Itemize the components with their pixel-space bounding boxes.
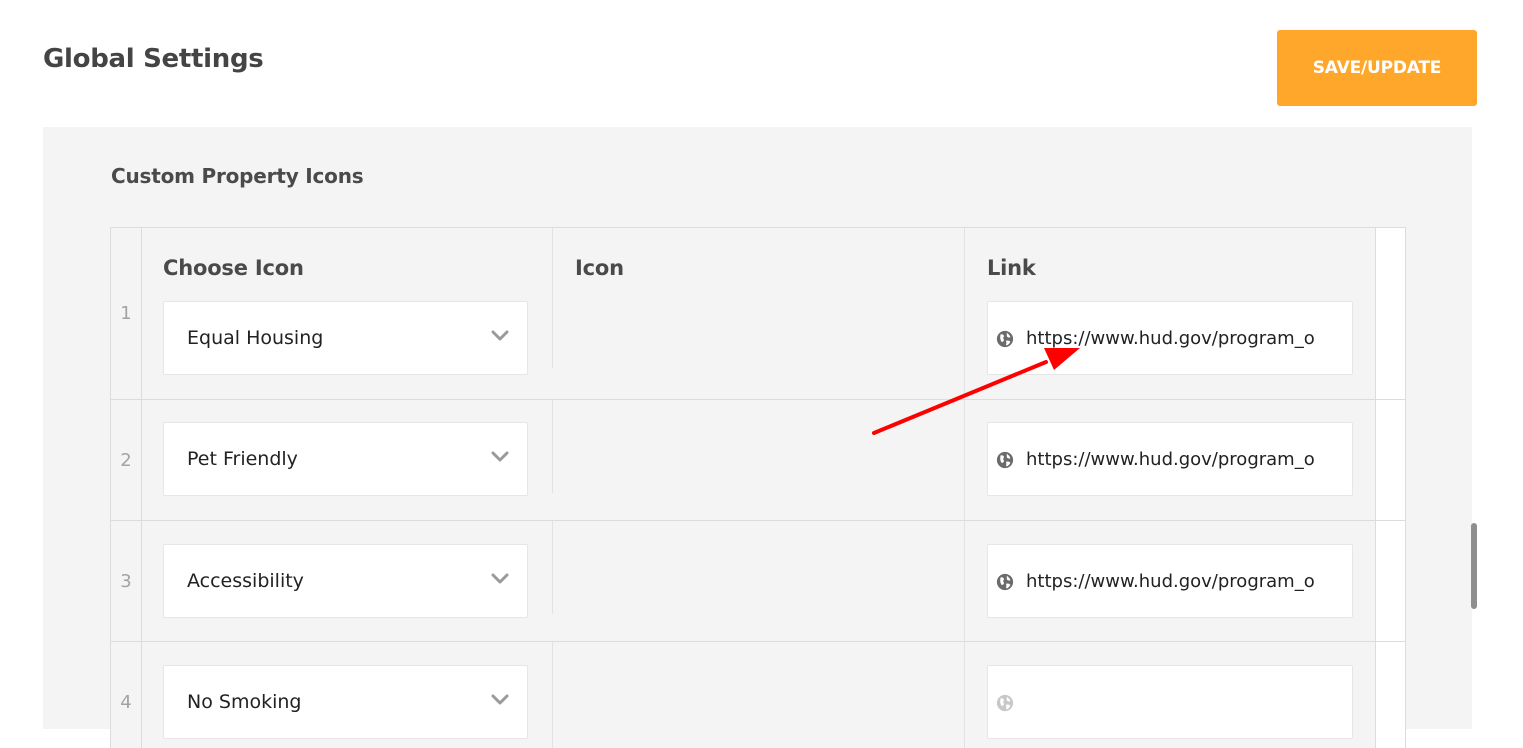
link-field[interactable] (987, 665, 1353, 739)
chevron-down-icon (491, 451, 509, 462)
page-title: Global Settings (43, 44, 264, 74)
icon-select[interactable]: Equal Housing (163, 301, 528, 375)
globe-icon (996, 694, 1014, 712)
row-actions[interactable] (1375, 400, 1405, 520)
column-header-choose-icon: Choose Icon (163, 256, 304, 280)
icon-select[interactable]: Pet Friendly (163, 422, 528, 496)
row-number-label: 1 (120, 303, 132, 324)
chevron-down-icon (491, 694, 509, 705)
link-input[interactable] (1026, 545, 1326, 617)
column-divider (552, 400, 553, 493)
save-update-button[interactable]: SAVE/UPDATE (1277, 30, 1477, 106)
icon-select-value: Equal Housing (187, 327, 324, 349)
row-number[interactable]: 1 (111, 228, 142, 399)
row-number-label: 3 (120, 570, 132, 592)
column-divider (552, 642, 553, 748)
icon-select[interactable]: Accessibility (163, 544, 528, 618)
column-divider (964, 521, 965, 641)
table-row: 3 Accessibility (111, 521, 1405, 642)
row-actions[interactable] (1375, 521, 1405, 641)
custom-icons-repeater: 1 Choose Icon Icon Link Equal Housing 2 … (110, 227, 1406, 748)
column-header-icon: Icon (575, 256, 624, 280)
column-header-link: Link (987, 256, 1036, 280)
link-field[interactable] (987, 301, 1353, 375)
link-input[interactable] (1026, 666, 1326, 738)
row-number[interactable]: 2 (111, 400, 142, 520)
column-divider (964, 228, 965, 399)
chevron-down-icon (491, 330, 509, 341)
row-actions[interactable] (1375, 642, 1405, 748)
row-number-label: 2 (120, 449, 132, 471)
link-field[interactable] (987, 422, 1353, 496)
link-input[interactable] (1026, 423, 1326, 495)
table-row: 2 Pet Friendly (111, 400, 1405, 521)
column-divider (964, 642, 965, 748)
table-row: 4 No Smoking (111, 642, 1405, 748)
chevron-down-icon (491, 573, 509, 584)
column-divider (552, 521, 553, 614)
globe-icon (996, 451, 1014, 469)
icon-select-value: Accessibility (187, 570, 304, 592)
table-row: 1 Choose Icon Icon Link Equal Housing (111, 228, 1405, 400)
row-number-label: 4 (120, 691, 132, 713)
column-divider (964, 400, 965, 520)
icon-select-value: Pet Friendly (187, 448, 298, 470)
icon-select[interactable]: No Smoking (163, 665, 528, 739)
link-input[interactable] (1026, 302, 1326, 374)
row-actions[interactable] (1375, 228, 1405, 399)
scrollbar-thumb[interactable] (1471, 523, 1477, 609)
section-title: Custom Property Icons (111, 164, 364, 188)
globe-icon (996, 573, 1014, 591)
link-field[interactable] (987, 544, 1353, 618)
row-number[interactable]: 4 (111, 642, 142, 748)
globe-icon (996, 330, 1014, 348)
row-number[interactable]: 3 (111, 521, 142, 641)
icon-select-value: No Smoking (187, 691, 302, 713)
column-divider (552, 228, 553, 368)
settings-panel: Custom Property Icons 1 Choose Icon Icon… (43, 127, 1472, 748)
